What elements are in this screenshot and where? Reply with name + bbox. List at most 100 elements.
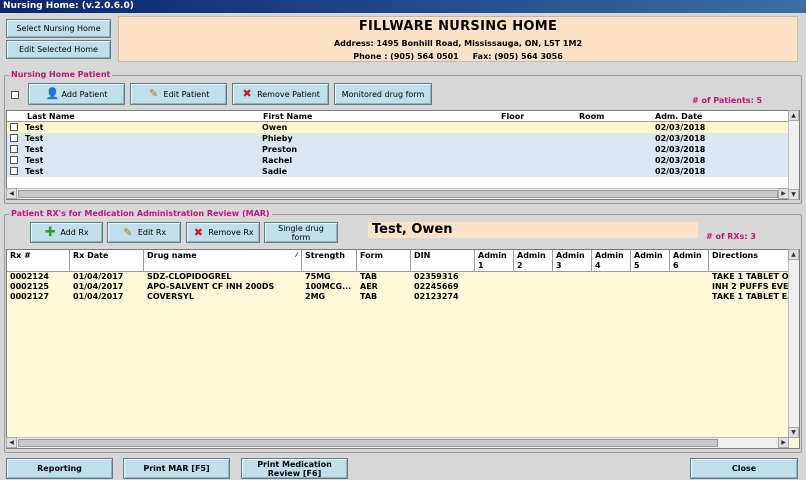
patient-row-checkbox[interactable] (10, 134, 18, 142)
col-form[interactable]: Form (357, 250, 411, 272)
scroll-left-icon[interactable]: ◀ (6, 437, 17, 448)
col-strength[interactable]: Strength (302, 250, 357, 272)
patient-first-name: Preston (262, 145, 298, 154)
patient-adm-date: 02/03/2018 (655, 145, 706, 154)
col-floor[interactable]: Floor (501, 111, 524, 122)
reporting-button[interactable]: Reporting (6, 458, 113, 479)
scroll-left-icon[interactable]: ◀ (6, 188, 17, 199)
col-admin-1-label: Admin (478, 251, 507, 260)
single-drug-form-button[interactable]: Single drug form (264, 222, 338, 243)
selected-patient-name: Test, Owen (368, 222, 698, 238)
edit-rx-button[interactable]: ✎ Edit Rx (107, 222, 181, 243)
rx-row[interactable]: 0002124 01/04/2017 SDZ-CLOPIDOGREL 75MG … (7, 272, 799, 282)
edit-patient-button[interactable]: ✎ Edit Patient (130, 83, 227, 105)
patient-adm-date: 02/03/2018 (655, 167, 706, 176)
scroll-right-icon[interactable]: ▶ (778, 437, 789, 448)
add-patient-button[interactable]: 👤 Add Patient (28, 83, 125, 105)
patient-table[interactable]: Last Name First Name Floor Room Adm. Dat… (6, 110, 800, 200)
patient-row-checkbox[interactable] (10, 167, 18, 175)
window-title: Nursing Home: (v.2.0.6.0) (0, 0, 806, 13)
col-rx-num[interactable]: Rx # (7, 250, 70, 272)
col-admin-5-label: Admin (634, 251, 663, 260)
col-admin-6-label: Admin (673, 251, 702, 260)
patient-last-name: Test (25, 123, 44, 132)
edit-patient-icon: ✎ (148, 87, 159, 100)
col-rx-date[interactable]: Rx Date (70, 250, 144, 272)
col-admin-3[interactable]: Admin 3 (553, 250, 592, 272)
rx-form: TAB (360, 292, 378, 301)
rx-row[interactable]: 0002127 01/04/2017 COVERSYL 2MG TAB 0212… (7, 292, 799, 302)
select-all-patients-checkbox[interactable] (11, 91, 19, 99)
patient-last-name: Test (25, 145, 44, 154)
rx-row[interactable]: 0002125 01/04/2017 APO-SALVENT CF INH 20… (7, 282, 799, 292)
monitored-drug-form-button[interactable]: Monitored drug form (334, 83, 432, 105)
scroll-down-icon[interactable]: ▼ (788, 427, 799, 438)
patient-row-checkbox[interactable] (10, 156, 18, 164)
add-rx-button[interactable]: ✚ Add Rx (30, 222, 103, 243)
patient-row-checkbox[interactable] (10, 145, 18, 153)
sort-indicator-icon: ⁄ (295, 252, 297, 259)
patient-first-name: Owen (262, 123, 288, 132)
rx-din: 02245669 (414, 282, 459, 291)
rx-date: 01/04/2017 (73, 292, 124, 301)
col-admin-5[interactable]: Admin 5 (631, 250, 670, 272)
patient-row[interactable]: Test Sadie 02/03/2018 (7, 166, 790, 177)
patient-table-hscrollbar[interactable]: ◀ ▶ (6, 188, 789, 199)
rx-drug-name: COVERSYL (147, 292, 194, 301)
scroll-down-icon[interactable]: ▼ (788, 189, 799, 200)
patient-row[interactable]: Test Phieby 02/03/2018 (7, 133, 790, 144)
col-admin-2[interactable]: Admin 2 (514, 250, 553, 272)
col-directions-label: Directions (712, 251, 759, 260)
col-last-name[interactable]: Last Name (27, 111, 75, 122)
col-rx-num-label: Rx # (10, 251, 31, 260)
nursing-home-name: FILLWARE NURSING HOME (358, 19, 558, 34)
close-label: Close (731, 464, 757, 473)
remove-rx-label: Remove Rx (208, 228, 254, 237)
reporting-label: Reporting (37, 464, 82, 473)
remove-patient-button[interactable]: ✖ Remove Patient (232, 83, 329, 105)
col-admin-4-label: Admin (595, 251, 624, 260)
patient-row[interactable]: Test Rachel 02/03/2018 (7, 155, 790, 166)
col-admin-3-label: Admin (556, 251, 585, 260)
nursing-home-phone: Phone : (905) 564 0501 (353, 52, 459, 61)
col-drug-name[interactable]: Drug name ⁄ (144, 250, 302, 272)
rx-hscroll-thumb[interactable] (18, 439, 718, 447)
edit-rx-label: Edit Rx (137, 228, 167, 237)
rx-table-vscrollbar[interactable]: ▲ ▼ (788, 249, 799, 438)
rx-din: 02359316 (414, 272, 459, 281)
scroll-right-icon[interactable]: ▶ (778, 188, 789, 199)
col-adm-date[interactable]: Adm. Date (655, 111, 702, 122)
print-medication-review-button[interactable]: Print Medication Review [F6] (241, 458, 348, 479)
scroll-up-icon[interactable]: ▲ (788, 110, 799, 121)
col-admin-1[interactable]: Admin 1 (475, 250, 514, 272)
col-room[interactable]: Room (579, 111, 605, 122)
rx-date: 01/04/2017 (73, 272, 124, 281)
col-admin-6[interactable]: Admin 6 (670, 250, 709, 272)
remove-patient-icon: ✖ (242, 87, 252, 100)
patient-hscroll-thumb[interactable] (18, 190, 778, 198)
rx-table[interactable]: Rx # Rx Date Drug name ⁄ Strength Form DI… (6, 249, 800, 449)
nursing-home-contact: Phone : (905) 564 0501 Fax: (905) 564 30… (119, 52, 797, 61)
patient-row-checkbox[interactable] (10, 123, 18, 131)
select-nursing-home-button[interactable]: Select Nursing Home (6, 19, 111, 38)
rx-table-hscrollbar[interactable]: ◀ ▶ (6, 437, 789, 448)
patient-row[interactable]: Test Preston 02/03/2018 (7, 144, 790, 155)
col-din-label: DIN (414, 251, 431, 260)
scroll-up-icon[interactable]: ▲ (788, 249, 799, 260)
rx-directions: TAKE 1 TABLET ON (712, 272, 790, 281)
col-admin-4[interactable]: Admin 4 (592, 250, 631, 272)
edit-rx-icon: ✎ (123, 225, 133, 239)
print-review-label-1: Print Medication (257, 459, 332, 469)
col-directions[interactable]: Directions (709, 250, 799, 272)
col-first-name[interactable]: First Name (263, 111, 312, 122)
col-admin-2-num: 2 (517, 261, 523, 270)
edit-selected-home-button[interactable]: Edit Selected Home (6, 40, 111, 59)
close-button[interactable]: Close (690, 458, 798, 479)
remove-rx-button[interactable]: ✖ Remove Rx (186, 222, 260, 243)
rx-directions: INH 2 PUFFS EVER (712, 282, 790, 291)
patient-table-vscrollbar[interactable]: ▲ ▼ (788, 110, 799, 200)
col-din[interactable]: DIN (411, 250, 475, 272)
rx-drug-name: SDZ-CLOPIDOGREL (147, 272, 232, 281)
patient-row[interactable]: Test Owen 02/03/2018 (7, 122, 790, 133)
print-mar-button[interactable]: Print MAR [F5] (123, 458, 230, 479)
